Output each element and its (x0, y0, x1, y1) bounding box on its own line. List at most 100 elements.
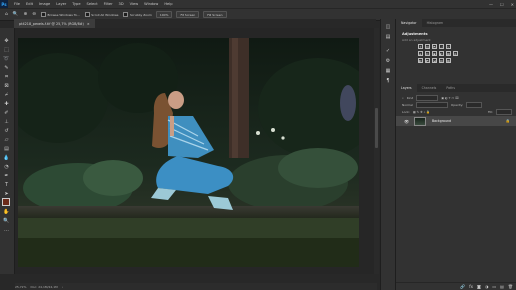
layer-thumbnail (414, 116, 426, 126)
color-lookup-icon[interactable]: ◍ (453, 51, 458, 56)
scroll-all-checkbox[interactable]: Scroll All Windows (84, 12, 118, 17)
eye-icon[interactable]: 👁 (404, 119, 410, 124)
zoom-icon[interactable]: 🔍 (3, 218, 10, 225)
frame-tool-icon[interactable]: ⊠ (3, 83, 10, 90)
tab-histogram[interactable]: Histogram (422, 19, 449, 27)
history-brush-icon[interactable]: ↺ (3, 128, 10, 135)
vibrance-icon[interactable]: ▽ (446, 44, 451, 49)
kind-dropdown[interactable] (416, 95, 439, 101)
tools-panel: ✥ ⬚ ➰ ✎ ⌗ ⊠ ⌿ ✚ ✐ ⊥ ↺ ▱ ▤ 💧 ◔ ✒ T ➤ ▭ ✋ … (0, 28, 15, 274)
menu-3d[interactable]: 3D (119, 2, 124, 6)
tab-paths[interactable]: Paths (441, 84, 460, 92)
photo-filter-icon[interactable]: ◐ (439, 51, 444, 56)
blend-mode-select[interactable]: Normal (402, 103, 413, 107)
blur-tool-icon[interactable]: 💧 (3, 155, 10, 162)
menu-help[interactable]: Help (164, 2, 172, 6)
zoom-level[interactable]: 25,72% (15, 285, 26, 289)
menu-file[interactable]: File (14, 2, 20, 6)
menu-image[interactable]: Image (39, 2, 50, 6)
new-layer-icon[interactable]: ▤ (500, 284, 504, 289)
marquee-tool-icon[interactable]: ⬚ (3, 47, 10, 54)
fill-field[interactable] (496, 109, 512, 115)
brightness-contrast-icon[interactable]: ☀ (418, 44, 423, 49)
hue-saturation-icon[interactable]: ◈ (418, 51, 423, 56)
zoom-100-button[interactable]: 100% (155, 11, 173, 18)
new-adjustment-icon[interactable]: ◑ (485, 284, 489, 289)
tab-layers[interactable]: Layers (396, 84, 417, 92)
exposure-icon[interactable]: ◿ (439, 44, 444, 49)
close-tab-icon[interactable]: × (87, 22, 90, 26)
vertical-scrollbar[interactable] (374, 28, 379, 274)
channel-mixer-icon[interactable]: ▦ (446, 51, 451, 56)
minimize-icon[interactable]: — (489, 2, 493, 7)
zoom-out-icon[interactable]: ⊖ (32, 12, 36, 17)
quick-select-tool-icon[interactable]: ✎ (3, 65, 10, 72)
tab-channels[interactable]: Channels (417, 84, 442, 92)
posterize-icon[interactable]: ◩ (425, 58, 430, 63)
maximize-icon[interactable]: ☐ (500, 2, 504, 7)
character-panel-icon[interactable]: ¶ (384, 77, 392, 85)
history-panel-icon[interactable]: ◫ (384, 23, 392, 31)
properties-panel-icon[interactable]: ▤ (384, 33, 392, 41)
gradient-map-icon[interactable]: ▨ (439, 58, 444, 63)
path-select-icon[interactable]: ➤ (3, 191, 10, 198)
menu-type[interactable]: Type (72, 2, 80, 6)
eyedropper-tool-icon[interactable]: ⌿ (3, 92, 10, 99)
menu-filter[interactable]: Filter (104, 2, 113, 6)
gradient-tool-icon[interactable]: ▤ (3, 146, 10, 153)
menu-view[interactable]: View (130, 2, 139, 6)
layer-row[interactable]: 👁 Background 🔒 (396, 116, 516, 126)
more-tools-icon[interactable]: … (3, 227, 10, 234)
fit-screen-button[interactable]: Fit Screen (176, 11, 200, 18)
move-tool-icon[interactable]: ✥ (3, 38, 10, 45)
zoom-in-icon[interactable]: ⊕ (23, 12, 27, 17)
document-image[interactable] (18, 38, 359, 267)
curves-icon[interactable]: ◓ (432, 44, 437, 49)
layer-name[interactable]: Background (432, 119, 451, 123)
filter-icons[interactable]: ▣ ◐ T ▭ ⌧ (441, 96, 458, 100)
crop-tool-icon[interactable]: ⌗ (3, 74, 10, 81)
scrubby-zoom-checkbox[interactable]: Scrubby Zoom (123, 12, 152, 17)
pen-tool-icon[interactable]: ✒ (3, 173, 10, 180)
new-group-icon[interactable]: ▭ (492, 284, 496, 289)
eraser-tool-icon[interactable]: ▱ (3, 137, 10, 144)
menu-window[interactable]: Window (144, 2, 158, 6)
hand-tool-icon[interactable]: ✋ (3, 209, 10, 216)
delete-layer-icon[interactable]: 🗑 (508, 284, 513, 289)
brush-tool-icon[interactable]: ✐ (3, 110, 10, 117)
dodge-tool-icon[interactable]: ◔ (3, 164, 10, 171)
threshold-icon[interactable]: ◪ (432, 58, 437, 63)
zoom-tool-icon[interactable]: 🔍 (13, 12, 19, 17)
add-mask-icon[interactable]: ◙ (477, 284, 481, 289)
menu-edit[interactable]: Edit (26, 2, 33, 6)
invert-icon[interactable]: ◧ (418, 58, 423, 63)
opacity-field[interactable] (466, 102, 483, 108)
close-icon[interactable]: ✕ (511, 2, 514, 7)
home-icon[interactable]: ⌂ (5, 12, 8, 17)
foreground-color-swatch[interactable] (2, 198, 10, 206)
healing-brush-icon[interactable]: ✚ (3, 101, 10, 108)
lock-icons[interactable]: ▦ ✎ ✥ ⌗ 🔒 (413, 110, 430, 114)
levels-icon[interactable]: ▥ (425, 44, 430, 49)
selective-color-icon[interactable]: ▩ (446, 58, 451, 63)
libraries-panel-icon[interactable]: ▦ (384, 67, 392, 75)
fill-screen-button[interactable]: Fill Screen (203, 11, 227, 18)
tab-navigator[interactable]: Navigator (396, 19, 422, 27)
menu-layer[interactable]: Layer (56, 2, 66, 6)
black-white-icon[interactable]: ▣ (432, 51, 437, 56)
clone-stamp-icon[interactable]: ⊥ (3, 119, 10, 126)
swatches-panel-icon[interactable]: ⚙ (384, 57, 392, 65)
type-tool-icon[interactable]: T (3, 182, 10, 189)
resize-windows-checkbox[interactable]: Browse Windows To... (41, 12, 80, 17)
blend-mode-dropdown[interactable] (415, 102, 448, 108)
scrollbar-thumb[interactable] (375, 108, 378, 148)
color-balance-icon[interactable]: ⚖ (425, 51, 430, 56)
kind-select[interactable]: Kind (407, 96, 414, 100)
menu-select[interactable]: Select (87, 2, 98, 6)
document-tab[interactable]: pt4218_pexels-f.tif @ 25,7% (RGB/8#) × (14, 19, 95, 28)
lasso-tool-icon[interactable]: ➰ (3, 56, 10, 63)
brush-settings-icon[interactable]: ✓ (384, 47, 392, 55)
status-arrow-icon[interactable]: › (62, 285, 63, 289)
layer-style-icon[interactable]: fx (469, 284, 473, 289)
link-layers-icon[interactable]: 🔗 (460, 284, 465, 289)
